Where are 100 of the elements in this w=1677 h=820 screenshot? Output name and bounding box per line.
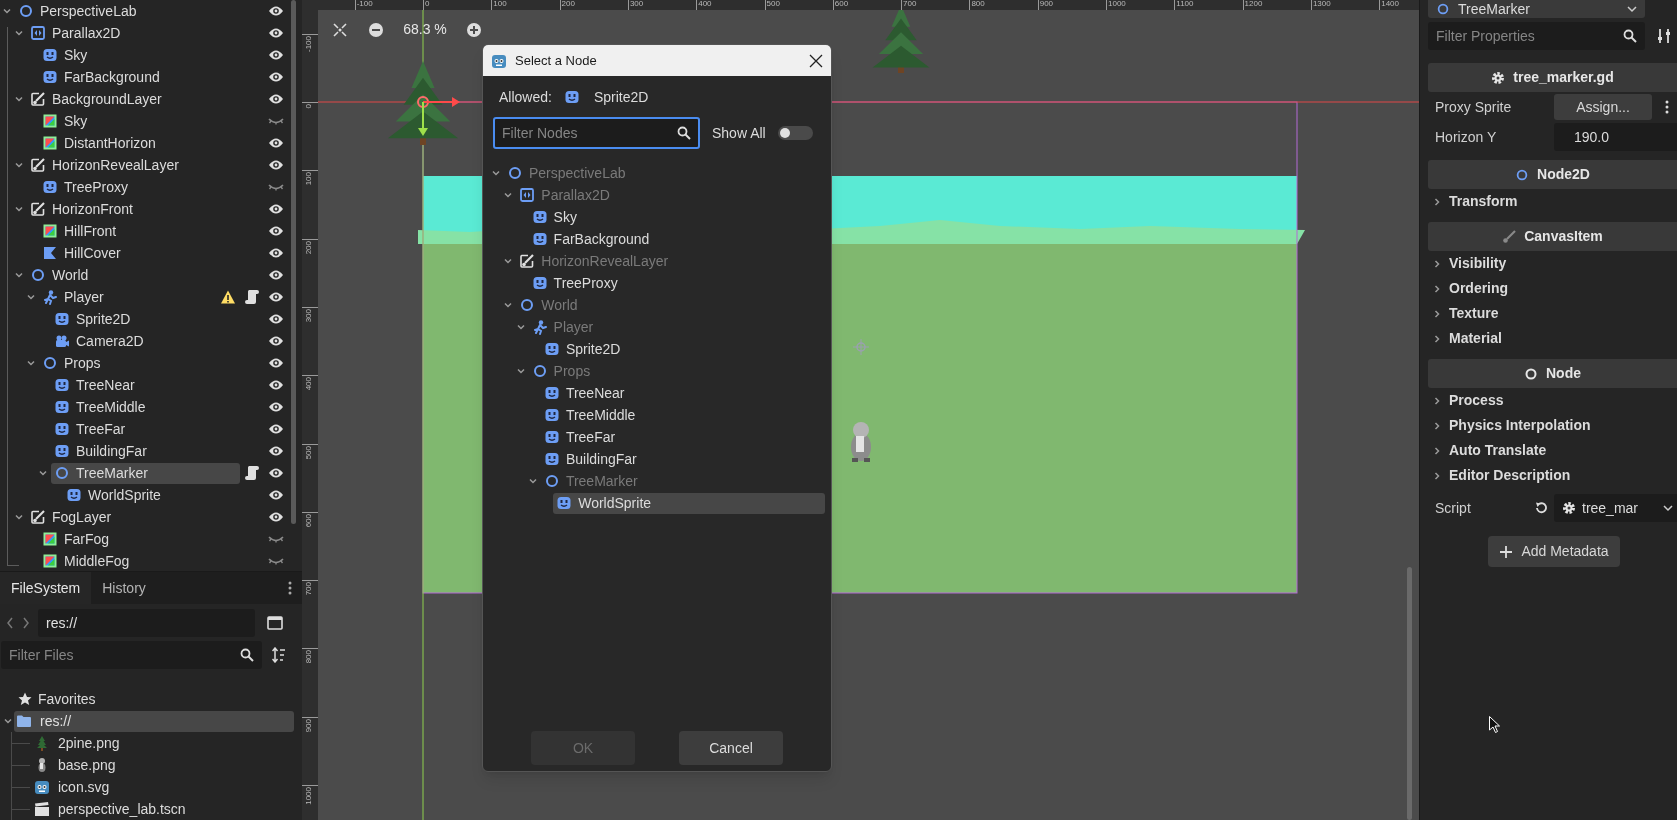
property-group[interactable]: Physics Interpolation: [1428, 413, 1677, 438]
property-group[interactable]: Material: [1428, 326, 1677, 351]
search-field[interactable]: Filter Files: [1, 641, 262, 669]
property-group[interactable]: Ordering: [1428, 276, 1677, 301]
script-dropdown[interactable]: tree_mar: [1554, 494, 1677, 522]
eye-icon[interactable]: [268, 489, 284, 501]
more-options-icon[interactable]: [288, 581, 292, 595]
property-group[interactable]: Transform: [1428, 189, 1677, 214]
eye-icon[interactable]: [268, 71, 284, 83]
node-selector[interactable]: TreeMarker: [1428, 0, 1645, 18]
eye-icon[interactable]: [268, 247, 284, 259]
tree-item[interactable]: Sky: [39, 110, 264, 132]
tree-item[interactable]: HorizonRevealLayer: [27, 154, 264, 176]
move-gizmo-drawing[interactable]: [417, 96, 460, 136]
closed-eye-icon[interactable]: [268, 535, 284, 543]
tree-item[interactable]: TreeMiddle: [51, 396, 264, 418]
tree-item[interactable]: HorizonFront: [27, 198, 264, 220]
panel-layout-icon[interactable]: [267, 616, 283, 630]
eye-icon[interactable]: [268, 423, 284, 435]
tree-item[interactable]: WorldSprite: [63, 484, 264, 506]
eye-icon[interactable]: [268, 159, 284, 171]
eye-icon[interactable]: [268, 5, 284, 17]
tree-item[interactable]: BuildingFar: [51, 440, 264, 462]
eye-icon[interactable]: [268, 401, 284, 413]
eye-icon[interactable]: [268, 357, 284, 369]
closed-eye-icon[interactable]: [268, 183, 284, 191]
tree-item[interactable]: PerspectiveLab: [15, 0, 264, 22]
script-icon[interactable]: [245, 289, 259, 305]
property-group[interactable]: Editor Description: [1428, 463, 1677, 488]
more-options-icon[interactable]: [1665, 100, 1669, 114]
tree-item[interactable]: Props: [39, 352, 264, 374]
tools-icon[interactable]: [1657, 28, 1671, 44]
tree-item[interactable]: TreeFar: [51, 418, 264, 440]
tree-item[interactable]: Parallax2D: [27, 22, 264, 44]
tree-item[interactable]: TreeProxy: [39, 176, 264, 198]
tree-item[interactable]: DistantHorizon: [39, 132, 264, 154]
script-icon[interactable]: [245, 465, 259, 481]
tree-item[interactable]: Sprite2D: [51, 308, 264, 330]
section-header[interactable]: tree_marker.gd: [1428, 63, 1677, 92]
eye-icon[interactable]: [268, 379, 284, 391]
tree-item[interactable]: FarFog: [39, 528, 264, 550]
section-header[interactable]: Node2D: [1428, 160, 1677, 189]
section-header[interactable]: Node: [1428, 359, 1677, 388]
eye-icon[interactable]: [268, 467, 284, 479]
closed-eye-icon[interactable]: [268, 117, 284, 125]
tree-item[interactable]: BackgroundLayer: [27, 88, 264, 110]
file-item[interactable]: perspective_lab.tscn: [30, 798, 194, 820]
eye-icon[interactable]: [268, 445, 284, 457]
search-field[interactable]: Filter Nodes: [493, 117, 700, 149]
tree-item[interactable]: TreeMarker: [51, 462, 240, 484]
eye-icon[interactable]: [268, 313, 284, 325]
favorites-item[interactable]: Favorites: [0, 688, 302, 710]
tree-item[interactable]: Camera2D: [51, 330, 264, 352]
add-metadata-button[interactable]: Add Metadata: [1488, 536, 1620, 567]
tree-item[interactable]: FarBackground: [39, 66, 264, 88]
close-icon[interactable]: [809, 53, 823, 68]
scrollbar[interactable]: [1407, 567, 1412, 820]
closed-eye-icon[interactable]: [268, 557, 284, 565]
tree-item[interactable]: TreeNear: [51, 374, 264, 396]
number-field[interactable]: 190.0: [1554, 123, 1677, 151]
property-group[interactable]: Visibility: [1428, 251, 1677, 276]
assign-button[interactable]: Assign...: [1554, 94, 1652, 120]
zoom-out-icon[interactable]: [368, 21, 384, 38]
eye-icon[interactable]: [268, 225, 284, 237]
eye-icon[interactable]: [268, 137, 284, 149]
property-group[interactable]: Texture: [1428, 301, 1677, 326]
zoom-in-icon[interactable]: [466, 21, 482, 38]
eye-icon[interactable]: [268, 93, 284, 105]
eye-icon[interactable]: [268, 511, 284, 523]
file-item[interactable]: base.png: [30, 754, 124, 776]
tree-item[interactable]: MiddleFog: [39, 550, 264, 571]
search-field[interactable]: Filter Properties: [1428, 22, 1645, 50]
tree-item[interactable]: HillCover: [39, 242, 264, 264]
eye-icon[interactable]: [268, 291, 284, 303]
tree-item[interactable]: Player: [39, 286, 216, 308]
scrollbar[interactable]: [291, 0, 296, 524]
center-view-icon[interactable]: [332, 21, 348, 38]
property-group[interactable]: Auto Translate: [1428, 438, 1677, 463]
tab[interactable]: FileSystem: [0, 572, 92, 604]
tree-item[interactable]: FogLayer: [27, 506, 264, 528]
eye-icon[interactable]: [268, 27, 284, 39]
reset-icon[interactable]: [1534, 501, 1548, 515]
zoom-level[interactable]: 68.3 %: [396, 19, 454, 40]
sort-icon[interactable]: [272, 647, 286, 663]
eye-icon[interactable]: [268, 269, 284, 281]
path-field[interactable]: res://: [38, 609, 255, 637]
eye-icon[interactable]: [268, 49, 284, 61]
section-header[interactable]: CanvasItem: [1428, 222, 1677, 251]
tree-item[interactable]: World: [27, 264, 264, 286]
tree-item[interactable]: Sky: [39, 44, 264, 66]
toggle-switch[interactable]: [777, 126, 813, 140]
file-item[interactable]: 2pine.png: [30, 732, 128, 754]
tree-item[interactable]: HillFront: [39, 220, 264, 242]
dialog-button[interactable]: Cancel: [679, 731, 783, 765]
warning-icon[interactable]: [220, 289, 236, 305]
eye-icon[interactable]: [268, 335, 284, 347]
property-group[interactable]: Process: [1428, 388, 1677, 413]
file-item[interactable]: icon.svg: [30, 776, 118, 798]
eye-icon[interactable]: [268, 203, 284, 215]
tab[interactable]: History: [91, 572, 157, 604]
